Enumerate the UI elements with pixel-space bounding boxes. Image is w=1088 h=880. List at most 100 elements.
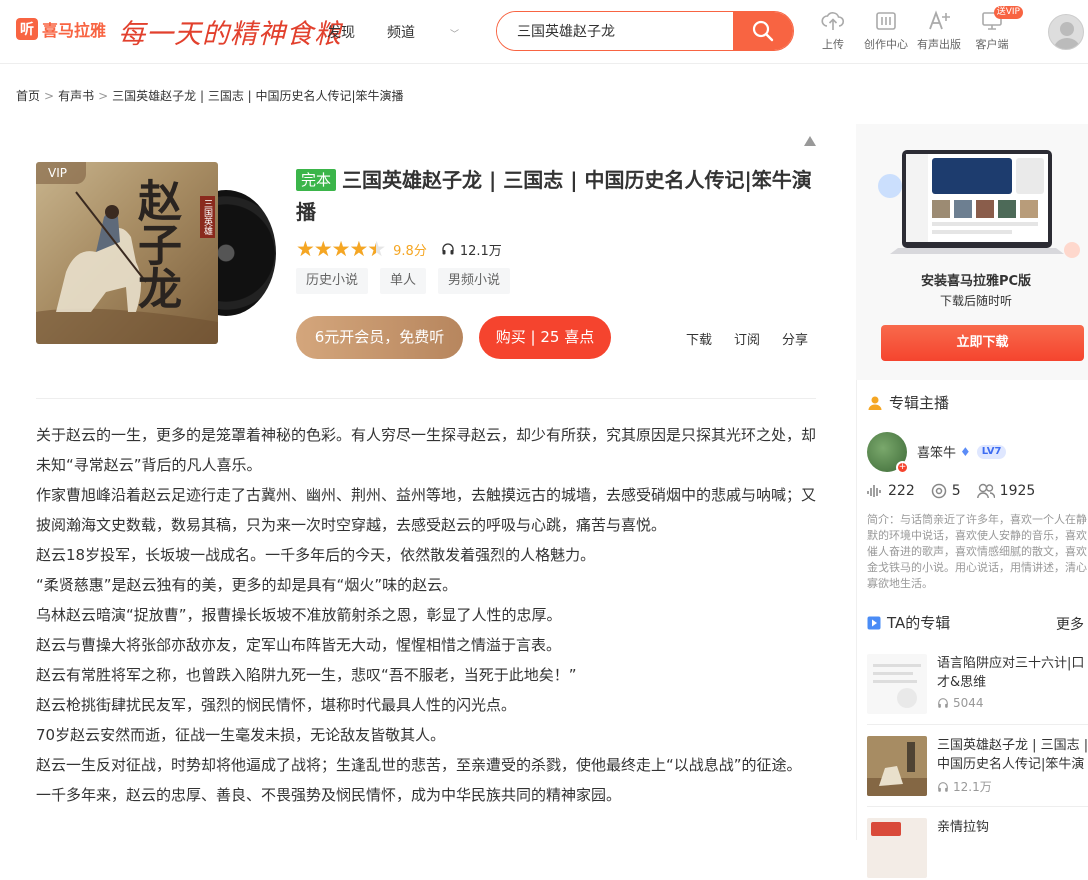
- share-button[interactable]: 分享: [782, 329, 808, 348]
- play-square-icon: [867, 616, 881, 629]
- publish-icon: [929, 10, 950, 30]
- album-thumb: [867, 818, 927, 878]
- list-divider: [867, 724, 1088, 725]
- album-actions: 下载 订阅 分享: [686, 329, 808, 348]
- anchor-level-badge: LV7: [976, 444, 1007, 459]
- search-button[interactable]: [733, 12, 793, 50]
- headphones-icon: [938, 781, 948, 792]
- rating-stars: ★★★★★ ★★★★★: [296, 237, 386, 261]
- intro-paragraph: 70岁赵云安然而逝，征战一生毫发未损，无论敌友皆敬其人。: [36, 726, 446, 744]
- intro-paragraph: 关于赵云的一生，更多的是笼罩着神秘的色彩。有人穷尽一生探寻赵云，却少有所获，究其…: [36, 426, 817, 474]
- user-avatar-icon: [1054, 22, 1080, 49]
- tag-item[interactable]: 男频小说: [438, 268, 511, 294]
- tracks-icon: [867, 485, 881, 497]
- more-albums-link[interactable]: 更多: [1056, 614, 1084, 634]
- cover-image: VIP 赵子龙 三国英雄: [36, 162, 218, 344]
- intro-paragraph: 赵云一生反对征战，时势却将他逼成了战将；生逢乱世的悲苦，至亲遭受的杀戮，使他最终…: [36, 756, 802, 774]
- search-bar: [496, 11, 794, 51]
- album-name: 语言陷阱应对三十六计|口才&思维: [937, 656, 1085, 690]
- cover-title-text: 赵子龙: [130, 178, 181, 310]
- anchor-section-header: 专辑主播: [867, 392, 949, 413]
- album-cover: VIP 赵子龙 三国英雄: [36, 162, 276, 344]
- album-title-text: 三国英雄赵子龙 | 三国志 | 中国历史名人传记|笨牛演播: [296, 168, 812, 224]
- pc-monitor-illustration: [878, 150, 1080, 258]
- membership-button[interactable]: 6元开会员，免费听: [296, 316, 463, 359]
- subscribe-button[interactable]: 订阅: [734, 329, 760, 348]
- anchor-stats: 222 5 1925: [867, 483, 1051, 499]
- album-thumb: [867, 654, 927, 714]
- intro-paragraph: 赵云枪挑街肆扰民友军，强烈的悯民情怀，堪称时代最具人性的闪光点。: [36, 696, 517, 714]
- ta-albums-header: TA的专辑: [867, 612, 950, 633]
- logo[interactable]: 听 喜马拉雅: [16, 17, 106, 41]
- download-now-button[interactable]: 立即下载: [881, 325, 1084, 361]
- albums-icon: [931, 483, 946, 499]
- upload-button[interactable]: 上传: [808, 10, 858, 52]
- album-name: 亲情拉钩: [937, 820, 990, 835]
- anchor-avatar[interactable]: +: [867, 432, 909, 474]
- follow-plus-icon[interactable]: +: [896, 461, 909, 474]
- logo-text: 喜马拉雅: [42, 21, 107, 40]
- search-icon: [752, 20, 774, 42]
- report-icon[interactable]: [804, 136, 816, 146]
- search-input[interactable]: [497, 12, 733, 50]
- send-vip-badge: 送VIP: [993, 6, 1023, 19]
- divider: [36, 398, 816, 399]
- pc-promo-subtitle: 下载后随时听: [939, 294, 1012, 308]
- intro-paragraph: 赵云与曹操大将张郃亦敌亦友，定军山布阵皆无大动，惺惺相惜之情溢于言表。: [36, 636, 562, 654]
- person-icon: [868, 396, 882, 410]
- user-avatar[interactable]: [1048, 14, 1084, 50]
- intro-paragraph: 乌林赵云暗演“捉放曹”，报曹操长坂坡不准放箭射杀之恩，彰显了人性的忠厚。: [36, 606, 562, 624]
- verified-icon: ♦: [960, 444, 971, 459]
- breadcrumb-current: 三国英雄赵子龙 | 三国志 | 中国历史名人传记|笨牛演播: [112, 89, 404, 103]
- audio-publish-button[interactable]: 有声出版: [914, 10, 964, 52]
- pc-promo-title: 安装喜马拉雅PC版: [920, 274, 1032, 289]
- track-count: 222: [867, 483, 915, 499]
- album-title: 完本 三国英雄赵子龙 | 三国志 | 中国历史名人传记|笨牛演播: [296, 164, 816, 228]
- download-button[interactable]: 下载: [686, 329, 712, 348]
- album-intro: 关于赵云的一生，更多的是笼罩着神秘的色彩。有人穷尽一生探寻赵云，却少有所获，究其…: [36, 420, 818, 810]
- fans-icon: [976, 483, 995, 499]
- breadcrumb-category[interactable]: 有声书: [58, 89, 94, 103]
- creator-icon: [876, 12, 896, 30]
- horse-rider-illustration: [36, 191, 218, 344]
- upload-icon: [821, 12, 845, 30]
- nav-channel[interactable]: 频道 ﹀: [387, 22, 491, 42]
- breadcrumb: 首页 > 有声书 > 三国英雄赵子龙 | 三国志 | 中国历史名人传记|笨牛演播: [16, 89, 404, 103]
- tag-item[interactable]: 历史小说: [296, 268, 369, 294]
- headphones-icon: [442, 243, 454, 255]
- client-download-button[interactable]: 送VIP 客户端: [967, 6, 1023, 52]
- album-play-count: 12.1万: [937, 778, 992, 795]
- finished-badge: 完本: [296, 169, 337, 191]
- vip-badge: VIP: [36, 162, 86, 184]
- rating-score: 9.8分: [393, 243, 427, 259]
- list-divider: [867, 806, 1088, 807]
- slogan: 每一天的精神食粮: [118, 19, 342, 50]
- logo-icon: 听: [16, 18, 38, 40]
- intro-paragraph: 赵云18岁投军，长坂坡一战成名。一千多年后的今天，依然散发着强烈的人格魅力。: [36, 546, 596, 564]
- anchor-panel: 专辑主播 + 喜笨牛 ♦ LV7 222 5 1925 简介：与话筒亲近了许多年…: [856, 380, 1088, 878]
- intro-paragraph: “柔贤慈惠”是赵云独有的美，更多的却是具有“烟火”味的赵云。: [36, 576, 458, 594]
- intro-paragraph: 赵云有常胜将军之称，也曾跌入陷阱九死一生，悲叹“吾不服老，当死于此地矣！”: [36, 666, 577, 684]
- nav-discover[interactable]: 发现: [327, 22, 355, 42]
- play-count: 12.1万: [441, 240, 502, 259]
- headphones-icon: [938, 698, 948, 708]
- buy-button[interactable]: 购买 | 25 喜点: [479, 316, 611, 359]
- list-item[interactable]: 亲情拉钩: [867, 818, 1088, 880]
- rating-row: ★★★★★ ★★★★★ 9.8分 12.1万: [296, 237, 502, 261]
- breadcrumb-home[interactable]: 首页: [16, 89, 40, 103]
- tag-item[interactable]: 单人: [380, 268, 427, 294]
- anchor-bio: 简介：与话筒亲近了许多年，喜欢一个人在静默的环境中说话，喜欢使人安静的音乐，喜欢…: [867, 513, 1087, 590]
- album-play-count: 5044: [937, 696, 984, 710]
- list-item[interactable]: 三国英雄赵子龙 | 三国志 | 中国历史名人传记|笨牛演播 12.1万: [867, 736, 1088, 798]
- chevron-down-icon: ﹀: [450, 30, 460, 40]
- intro-paragraph: 作家曹旭峰沿着赵云足迹行走了古冀州、幽州、荆州、益州等地，去触摸远古的城墙，去感…: [36, 486, 817, 534]
- anchor-name: 喜笨牛 ♦ LV7: [917, 442, 1007, 461]
- cover-subtitle-text: 三国英雄: [200, 196, 215, 238]
- album-count: 5: [931, 483, 961, 499]
- fan-count: 1925: [976, 483, 1035, 499]
- album-thumb: [867, 736, 927, 796]
- creator-center-button[interactable]: 创作中心: [861, 10, 911, 52]
- list-item[interactable]: 语言陷阱应对三十六计|口才&思维 5044: [867, 654, 1088, 716]
- header-tools: 上传 创作中心 有声出版 送VIP 客户端: [808, 6, 1023, 52]
- tag-list: 历史小说 单人 男频小说: [296, 268, 522, 294]
